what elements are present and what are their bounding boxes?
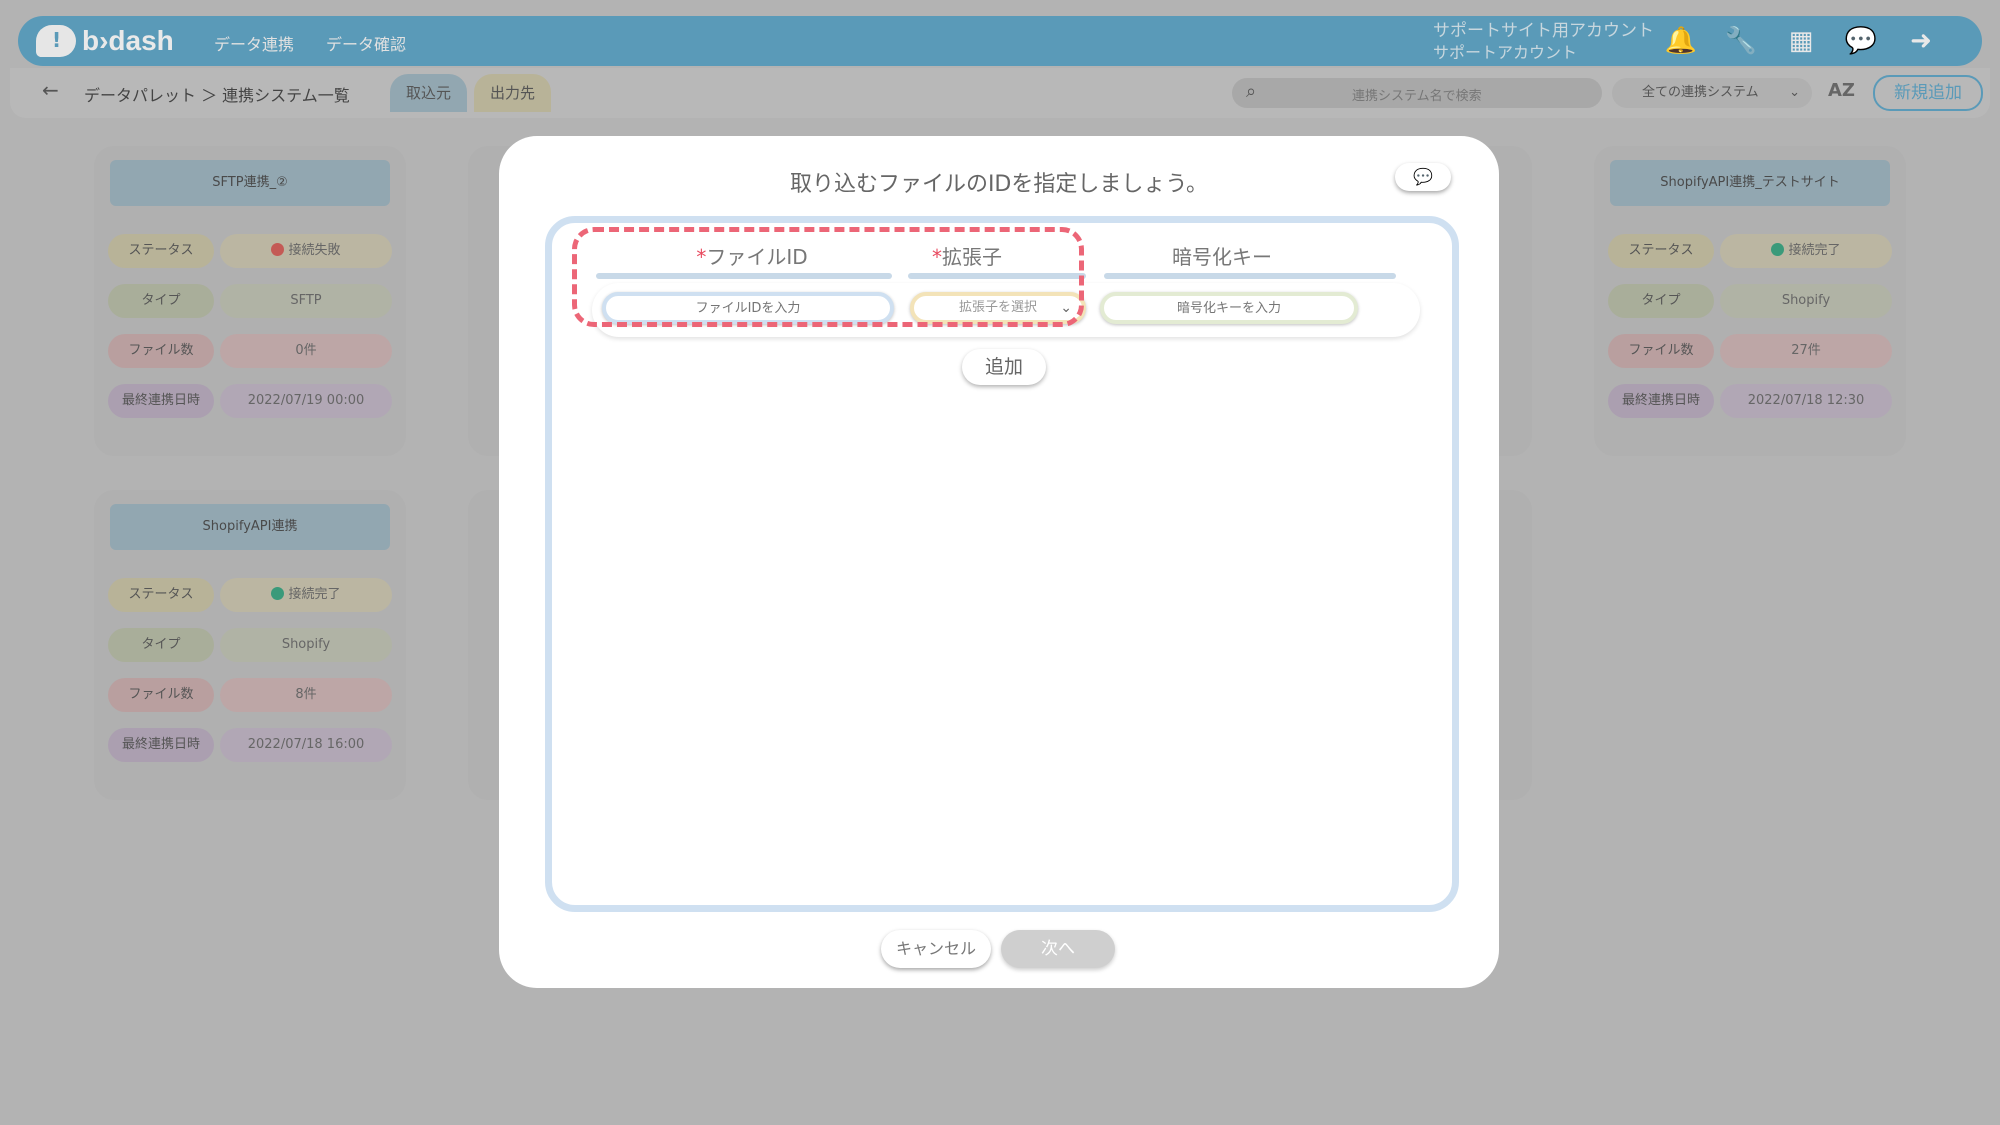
sub-toolbar: ← データパレット ＞ 連携システム一覧 取込元 出力先 ⌕ 連携システム名で検… xyxy=(10,68,1990,118)
files-value: 8件 xyxy=(220,678,392,712)
chat-icon[interactable]: 💬 xyxy=(1844,24,1878,58)
last-value: 2022/07/18 12:30 xyxy=(1720,384,1892,418)
type-value: Shopify xyxy=(1720,284,1892,318)
card-row-last: 最終連携日時 2022/07/18 12:30 xyxy=(1608,384,1892,418)
system-filter-select[interactable]: 全ての連携システム ⌄ xyxy=(1612,78,1812,108)
modal-title: 取り込むファイルのIDを指定しましょう。 xyxy=(789,172,1209,197)
card-row-files: ファイル数 0件 xyxy=(108,334,392,368)
card-row-status: ステータス 接続完了 xyxy=(108,578,392,612)
chat-icon: 💬 xyxy=(1413,167,1433,186)
back-arrow-icon[interactable]: ← xyxy=(42,78,59,102)
card-row-type: タイプ SFTP xyxy=(108,284,392,318)
card-row-status: ステータス 接続失敗 xyxy=(108,234,392,268)
check-icon xyxy=(271,587,285,600)
column-header-encryption-key: 暗号化キー xyxy=(1172,245,1272,269)
encryption-key-input[interactable] xyxy=(1100,292,1358,324)
check-icon xyxy=(1771,243,1785,256)
card-row-last: 最終連携日時 2022/07/18 16:00 xyxy=(108,728,392,762)
last-value: 2022/07/18 16:00 xyxy=(220,728,392,762)
card-row-files: ファイル数 8件 xyxy=(108,678,392,712)
add-row-button[interactable]: 追加 xyxy=(962,349,1046,385)
card-row-status: ステータス 接続完了 xyxy=(1608,234,1892,268)
breadcrumb: データパレット ＞ 連携システム一覧 xyxy=(84,86,350,105)
files-label: ファイル数 xyxy=(1608,334,1714,368)
type-label: タイプ xyxy=(108,628,214,662)
account-info[interactable]: サポートサイト用アカウント サポートアカウント xyxy=(1433,20,1654,64)
search-input[interactable]: ⌕ 連携システム名で検索 xyxy=(1232,78,1602,108)
last-label: 最終連携日時 xyxy=(1608,384,1714,418)
status-label: ステータス xyxy=(108,234,214,268)
search-icon: ⌕ xyxy=(1246,81,1257,102)
tab-export[interactable]: 出力先 xyxy=(474,74,552,112)
logo-bubble-icon xyxy=(36,25,76,57)
card-row-type: タイプ Shopify xyxy=(1608,284,1892,318)
type-label: タイプ xyxy=(1608,284,1714,318)
error-icon xyxy=(271,243,285,256)
last-value: 2022/07/19 00:00 xyxy=(220,384,392,418)
card-row-files: ファイル数 27件 xyxy=(1608,334,1892,368)
status-label: ステータス xyxy=(108,578,214,612)
status-value: 接続失敗 xyxy=(220,234,392,268)
type-label: タイプ xyxy=(108,284,214,318)
card-title: ShopifyAPI連携 xyxy=(110,504,390,550)
last-label: 最終連携日時 xyxy=(108,728,214,762)
logo[interactable]: b›dash xyxy=(36,25,174,57)
wrench-icon[interactable]: 🔧 xyxy=(1724,24,1758,58)
bell-icon[interactable]: 🔔 xyxy=(1664,24,1698,58)
column-underline xyxy=(1104,273,1396,279)
card-row-last: 最終連携日時 2022/07/19 00:00 xyxy=(108,384,392,418)
grid-icon[interactable]: ▦ xyxy=(1784,24,1818,58)
card-title: SFTP連携_② xyxy=(110,160,390,206)
search-placeholder: 連携システム名で検索 xyxy=(1352,89,1482,104)
file-id-modal: 取り込むファイルのIDを指定しましょう。 💬 *ファイルID *拡張子 暗号化キ… xyxy=(499,136,1499,988)
system-card[interactable]: ShopifyAPI連携 ステータス 接続完了 タイプ Shopify ファイル… xyxy=(94,490,406,800)
system-card[interactable]: SFTP連携_② ステータス 接続失敗 タイプ SFTP ファイル数 0件 最終… xyxy=(94,146,406,456)
sort-az-button[interactable]: AZ xyxy=(1828,80,1855,101)
nav-data-link[interactable]: データ連携 xyxy=(214,31,294,55)
nav-data-check[interactable]: データ確認 xyxy=(326,31,406,55)
required-fields-highlight xyxy=(572,227,1084,327)
logo-text: b›dash xyxy=(82,25,174,56)
type-value: Shopify xyxy=(220,628,392,662)
files-value: 27件 xyxy=(1720,334,1892,368)
account-line2: サポートアカウント xyxy=(1433,43,1578,62)
filter-value: 全ての連携システム xyxy=(1642,85,1759,100)
logout-icon[interactable]: ➜ xyxy=(1904,24,1938,58)
account-line1: サポートサイト用アカウント xyxy=(1433,21,1654,41)
last-label: 最終連携日時 xyxy=(108,384,214,418)
type-value: SFTP xyxy=(220,284,392,318)
chevron-down-icon: ⌄ xyxy=(1789,85,1800,100)
system-card[interactable]: ShopifyAPI連携_テストサイト ステータス 接続完了 タイプ Shopi… xyxy=(1594,146,1906,456)
status-value: 接続完了 xyxy=(1720,234,1892,268)
next-button[interactable]: 次へ xyxy=(1001,930,1115,968)
status-label: ステータス xyxy=(1608,234,1714,268)
card-row-type: タイプ Shopify xyxy=(108,628,392,662)
files-value: 0件 xyxy=(220,334,392,368)
help-chat-button[interactable]: 💬 xyxy=(1395,163,1451,191)
top-navigation-bar: b›dash データ連携 データ確認 サポートサイト用アカウント サポートアカウ… xyxy=(18,16,1982,66)
files-label: ファイル数 xyxy=(108,678,214,712)
tab-import[interactable]: 取込元 xyxy=(390,74,468,112)
files-label: ファイル数 xyxy=(108,334,214,368)
cancel-button[interactable]: キャンセル xyxy=(881,930,991,968)
card-title: ShopifyAPI連携_テストサイト xyxy=(1610,160,1890,206)
add-new-button[interactable]: 新規追加 xyxy=(1873,75,1983,111)
file-id-panel: *ファイルID *拡張子 暗号化キー 拡張子を選択 ⌄ 追加 xyxy=(545,216,1459,912)
status-value: 接続完了 xyxy=(220,578,392,612)
